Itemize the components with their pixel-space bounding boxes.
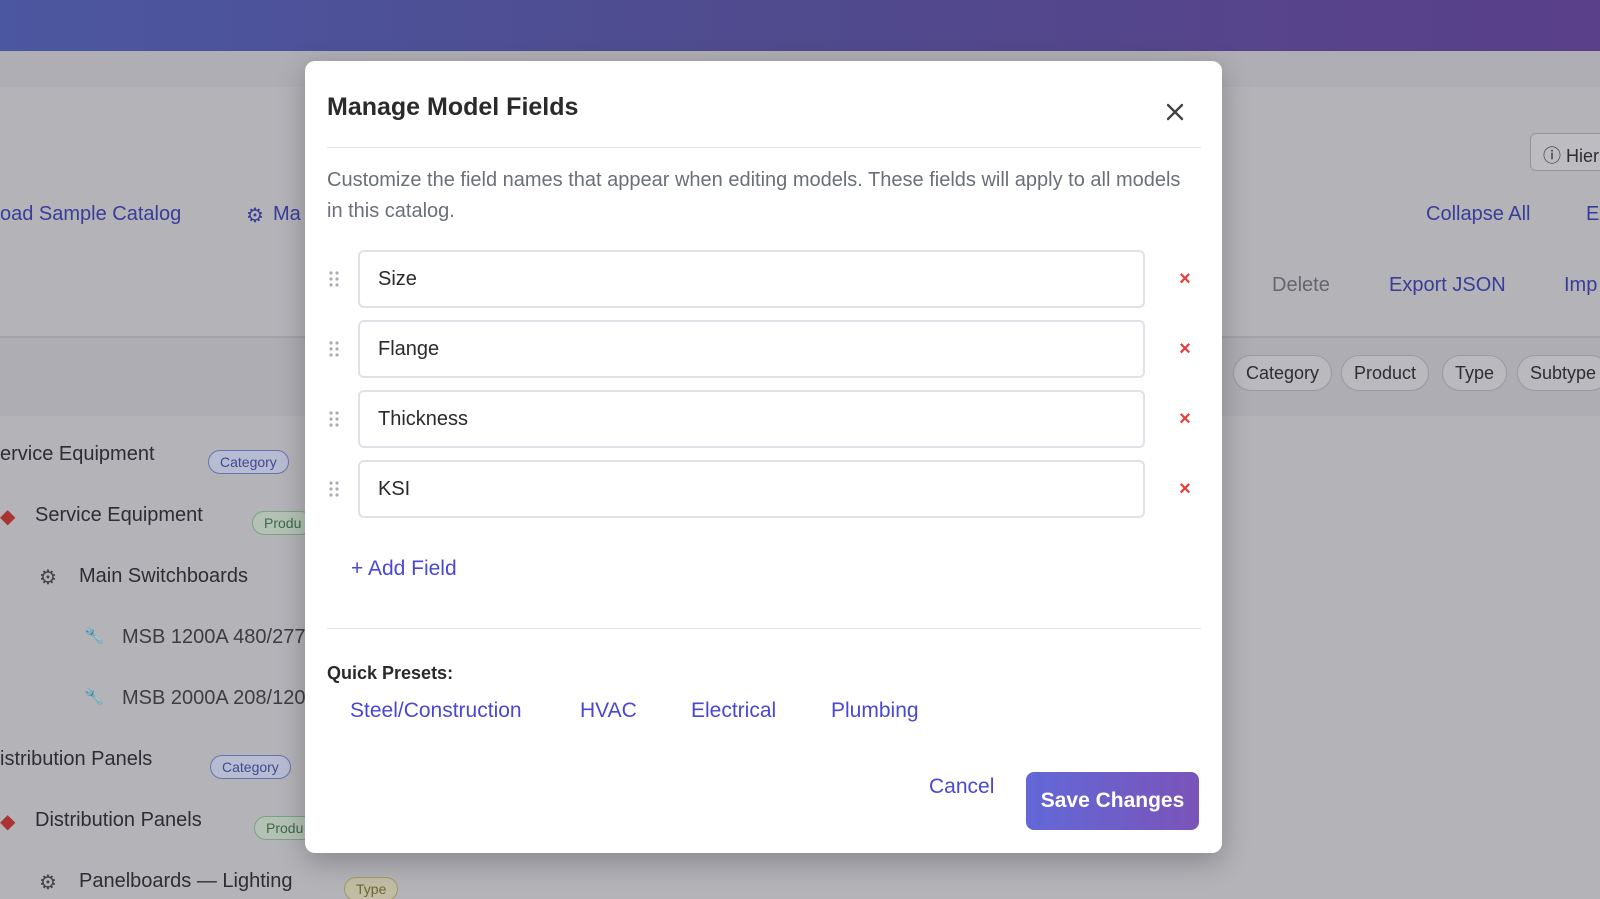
tree-item[interactable]: MSB 1200A 480/277: [122, 626, 305, 649]
tree-item[interactable]: istribution Panels: [0, 748, 152, 771]
type-badge: Type: [344, 877, 399, 899]
field-name-input[interactable]: [358, 320, 1145, 378]
field-row: ×: [327, 320, 1201, 378]
category-badge: Category: [210, 755, 291, 779]
remove-field-button[interactable]: ×: [1173, 407, 1197, 431]
gear-icon: ⚙: [39, 872, 57, 894]
filter-chip-subtype[interactable]: Subtype: [1517, 355, 1600, 391]
field-row: ×: [327, 460, 1201, 518]
close-icon: [1166, 103, 1184, 121]
tree-item[interactable]: ervice Equipment: [0, 443, 155, 466]
tree-item[interactable]: Service Equipment: [35, 504, 203, 527]
close-button[interactable]: [1162, 99, 1188, 125]
filter-chip-type[interactable]: Type: [1442, 355, 1508, 391]
product-icon: ◆: [0, 811, 16, 833]
drag-handle-icon[interactable]: [327, 410, 341, 428]
manage-model-fields-dialog: Manage Model Fields Customize the field …: [305, 61, 1222, 853]
wrench-icon: 🔧: [84, 628, 104, 645]
tree-item[interactable]: Panelboards — Lighting: [79, 870, 292, 893]
field-name-input[interactable]: [358, 390, 1145, 448]
filter-chip-product[interactable]: Product: [1341, 355, 1430, 391]
header-divider: [327, 147, 1201, 148]
preset-steel-construction[interactable]: Steel/Construction: [350, 699, 522, 723]
drag-handle-icon[interactable]: [327, 270, 341, 288]
remove-field-button[interactable]: ×: [1173, 477, 1197, 501]
quick-presets-label: Quick Presets:: [327, 663, 454, 683]
export-json-link[interactable]: Export JSON: [1389, 274, 1506, 297]
field-row: ×: [327, 390, 1201, 448]
presets-divider: [327, 628, 1201, 629]
dialog-description: Customize the field names that appear wh…: [327, 169, 1181, 222]
preset-hvac[interactable]: HVAC: [580, 699, 637, 723]
tree-item[interactable]: MSB 2000A 208/120: [122, 687, 305, 710]
add-field-button[interactable]: + Add Field: [351, 557, 457, 581]
info-icon: ⓘ: [1543, 146, 1561, 166]
hierarchy-info-button[interactable]: ⓘ Hier: [1530, 133, 1600, 171]
drag-handle-icon[interactable]: [327, 480, 341, 498]
drag-handle-icon[interactable]: [327, 340, 341, 358]
remove-field-button[interactable]: ×: [1173, 267, 1197, 291]
import-link[interactable]: Imp: [1564, 274, 1597, 297]
preset-electrical[interactable]: Electrical: [691, 699, 776, 723]
cancel-button[interactable]: Cancel: [929, 775, 994, 799]
filter-chip-category[interactable]: Category: [1233, 355, 1333, 391]
category-badge: Category: [208, 450, 289, 474]
collapse-all-link[interactable]: Collapse All: [1426, 203, 1531, 226]
delete-link[interactable]: Delete: [1272, 274, 1330, 297]
load-sample-catalog-link[interactable]: oad Sample Catalog: [0, 203, 181, 226]
preset-plumbing[interactable]: Plumbing: [831, 699, 919, 723]
field-name-input[interactable]: [358, 460, 1145, 518]
product-icon: ◆: [0, 506, 16, 528]
gear-icon: ⚙: [39, 567, 57, 589]
gear-icon: ⚙: [246, 205, 264, 227]
app-top-bar: [0, 0, 1600, 51]
expand-all-link[interactable]: Ex: [1586, 203, 1600, 226]
field-row: ×: [327, 250, 1201, 308]
dialog-title: Manage Model Fields: [327, 93, 579, 121]
wrench-icon: 🔧: [84, 689, 104, 706]
manage-fields-link[interactable]: Ma: [273, 203, 301, 226]
field-name-input[interactable]: [358, 250, 1145, 308]
tree-item[interactable]: Distribution Panels: [35, 809, 202, 832]
save-changes-button[interactable]: Save Changes: [1026, 772, 1199, 830]
tree-item[interactable]: Main Switchboards: [79, 565, 248, 588]
remove-field-button[interactable]: ×: [1173, 337, 1197, 361]
